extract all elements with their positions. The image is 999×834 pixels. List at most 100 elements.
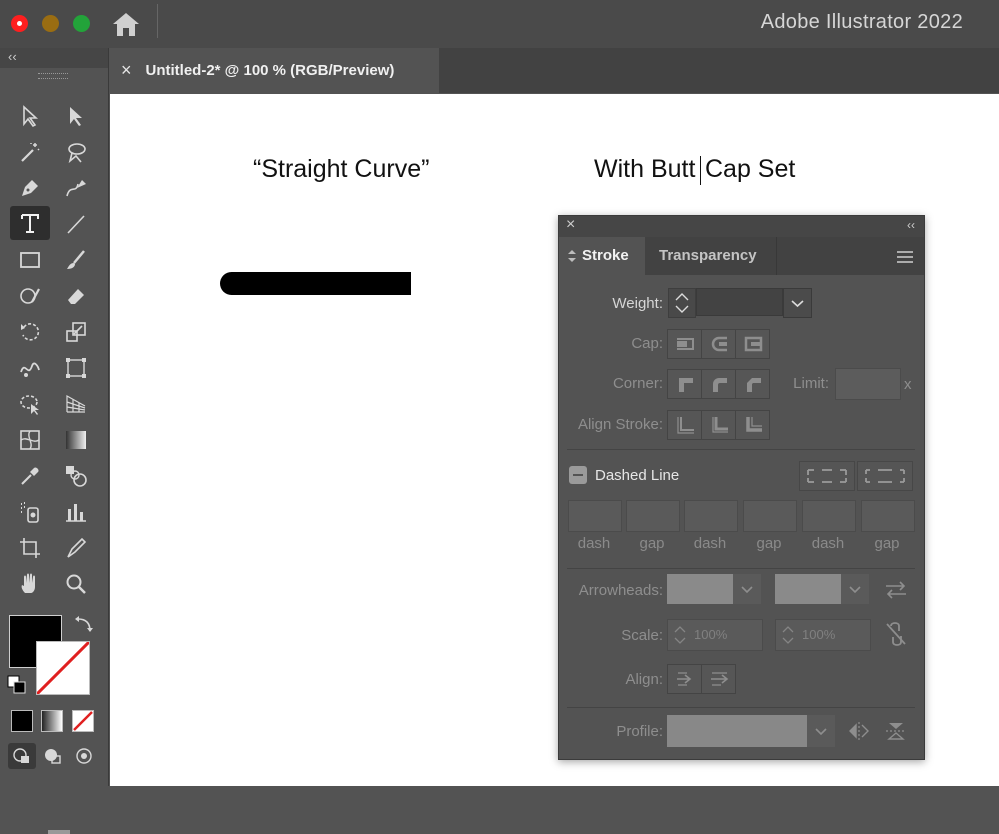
scale-tool-icon[interactable]	[59, 316, 93, 348]
panel-menu-icon[interactable]	[897, 250, 913, 263]
profile-select[interactable]	[667, 715, 807, 747]
type-tool-icon[interactable]	[10, 206, 50, 240]
home-icon[interactable]	[110, 9, 142, 39]
start-arrowhead-select[interactable]	[667, 574, 733, 604]
rectangle-tool-icon[interactable]	[13, 244, 47, 276]
minimize-window-button[interactable]	[42, 15, 59, 32]
panel-close-icon[interactable]: ×	[566, 216, 575, 234]
gap-3-input[interactable]	[861, 500, 915, 532]
start-arrowhead-dropdown[interactable]	[733, 574, 761, 604]
arrow-tip-at-end-button[interactable]	[701, 664, 736, 694]
gradient-tool-icon[interactable]	[59, 424, 93, 456]
shape-builder-tool-icon[interactable]	[13, 388, 47, 420]
bevel-join-button[interactable]	[735, 369, 770, 399]
free-transform-tool-icon[interactable]	[59, 352, 93, 384]
miter-join-button[interactable]	[667, 369, 702, 399]
collapse-tools-icon[interactable]: ‹‹	[8, 49, 17, 64]
weight-stepper[interactable]	[668, 288, 696, 318]
butt-cap-button[interactable]	[667, 329, 702, 359]
lasso-tool-icon[interactable]	[59, 136, 93, 168]
panel-collapse-icon[interactable]: ‹‹	[907, 218, 915, 232]
tab-transparency-label: Transparency	[659, 247, 757, 264]
panel-header[interactable]: × ‹‹	[559, 216, 924, 237]
rotate-tool-icon[interactable]	[13, 316, 47, 348]
weight-label: Weight:	[612, 295, 663, 312]
round-cap-button[interactable]	[701, 329, 736, 359]
stroked-path[interactable]	[220, 272, 411, 295]
line-segment-tool-icon[interactable]	[59, 208, 93, 240]
end-arrowhead-select[interactable]	[775, 574, 841, 604]
tab-transparency[interactable]: Transparency	[645, 237, 777, 275]
screen-mode-button[interactable]	[48, 830, 70, 834]
shaper-tool-icon[interactable]	[13, 280, 47, 312]
round-join-button[interactable]	[701, 369, 736, 399]
slice-tool-icon[interactable]	[59, 532, 93, 564]
dash-2-input[interactable]	[684, 500, 738, 532]
canvas-text-with-butt[interactable]: With Butt	[594, 155, 695, 184]
link-scale-icon[interactable]	[885, 622, 907, 646]
align-stroke-inside-button[interactable]	[701, 410, 736, 440]
flip-across-icon[interactable]	[885, 721, 907, 741]
dash-1-input[interactable]	[568, 500, 622, 532]
dashed-line-checkbox[interactable]	[569, 466, 587, 484]
start-scale-input[interactable]: 100%	[667, 619, 763, 651]
draw-normal-button[interactable]	[8, 743, 36, 769]
none-mode-button[interactable]	[72, 710, 94, 732]
column-graph-tool-icon[interactable]	[59, 496, 93, 528]
zoom-window-button[interactable]	[73, 15, 90, 32]
tab-stroke[interactable]: Stroke	[559, 237, 645, 275]
dashed-line-label: Dashed Line	[595, 467, 680, 484]
document-tab[interactable]: × Untitled-2* @ 100 % (RGB/Preview)	[109, 48, 439, 93]
swap-arrowheads-icon[interactable]	[884, 580, 908, 600]
warp-tool-icon[interactable]	[13, 352, 47, 384]
swap-fill-stroke-icon[interactable]	[74, 615, 94, 635]
end-scale-input[interactable]: 100%	[775, 619, 871, 651]
eraser-tool-icon[interactable]	[59, 280, 93, 312]
direct-selection-tool-icon[interactable]	[59, 100, 93, 132]
artboard-tool-icon[interactable]	[13, 532, 47, 564]
arrow-tip-beyond-button[interactable]	[667, 664, 702, 694]
align-stroke-outside-button[interactable]	[735, 410, 770, 440]
weight-dropdown[interactable]	[783, 288, 812, 318]
gradient-mode-button[interactable]	[41, 710, 63, 732]
end-arrowhead-dropdown[interactable]	[841, 574, 869, 604]
eyedropper-tool-icon[interactable]	[13, 460, 47, 492]
align-label: Align:	[625, 671, 663, 688]
gap-1-input[interactable]	[626, 500, 680, 532]
curvature-tool-icon[interactable]	[59, 172, 93, 204]
stroke-swatch[interactable]	[36, 641, 90, 695]
gap-2-input[interactable]	[743, 500, 797, 532]
align-dash-button[interactable]	[857, 461, 913, 491]
align-stroke-label: Align Stroke:	[577, 416, 663, 433]
tools-grip[interactable]	[38, 73, 68, 79]
profile-dropdown[interactable]	[807, 715, 835, 747]
weight-input[interactable]	[696, 288, 783, 316]
zoom-tool-icon[interactable]	[59, 568, 93, 600]
color-mode-button[interactable]	[11, 710, 33, 732]
dash-1-label: dash	[577, 535, 611, 552]
document-tab-title: Untitled-2* @ 100 % (RGB/Preview)	[145, 62, 395, 79]
symbol-sprayer-tool-icon[interactable]	[13, 496, 47, 528]
pen-tool-icon[interactable]	[13, 172, 47, 204]
default-fill-stroke-icon[interactable]	[7, 675, 27, 695]
limit-input[interactable]	[835, 368, 901, 400]
dash-3-input[interactable]	[802, 500, 856, 532]
align-stroke-center-button[interactable]	[667, 410, 702, 440]
blend-tool-icon[interactable]	[59, 460, 93, 492]
flip-along-icon[interactable]	[848, 721, 870, 741]
perspective-grid-tool-icon[interactable]	[59, 388, 93, 420]
preserve-dash-button[interactable]	[799, 461, 855, 491]
tab-close-icon[interactable]: ×	[121, 60, 132, 81]
draw-inside-button[interactable]	[70, 743, 98, 769]
draw-behind-button[interactable]	[39, 743, 67, 769]
paintbrush-tool-icon[interactable]	[59, 244, 93, 276]
projecting-cap-button[interactable]	[735, 329, 770, 359]
mesh-tool-icon[interactable]	[13, 424, 47, 456]
magic-wand-tool-icon[interactable]	[13, 136, 47, 168]
selection-tool-icon[interactable]	[13, 100, 47, 132]
gap-3-label: gap	[874, 535, 900, 552]
hand-tool-icon[interactable]	[13, 568, 47, 600]
canvas-text-straight-curve[interactable]: “Straight Curve”	[253, 155, 429, 184]
canvas-text-cap-set[interactable]: Cap Set	[705, 155, 795, 184]
tools-panel: ‹‹	[0, 48, 109, 834]
